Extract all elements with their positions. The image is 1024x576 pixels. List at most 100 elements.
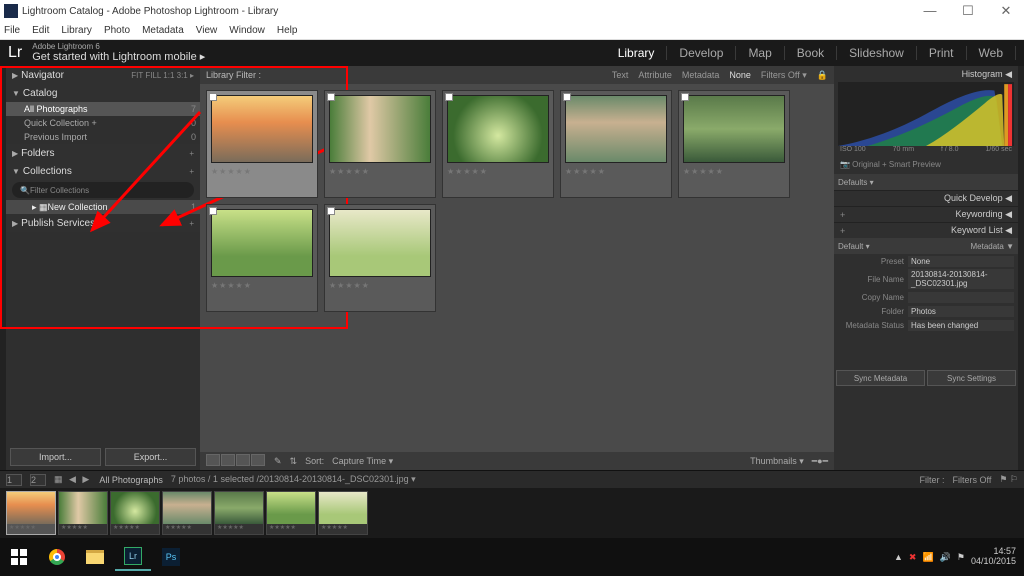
module-slideshow[interactable]: Slideshow	[837, 46, 917, 60]
catalog-quick-collection[interactable]: Quick Collection +0	[6, 116, 200, 130]
module-map[interactable]: Map	[736, 46, 784, 60]
rating-stars[interactable]: ★★★★★	[565, 167, 667, 176]
tray-flag-icon[interactable]: ⚑	[957, 552, 965, 563]
pick-flag[interactable]	[209, 93, 217, 101]
menu-help[interactable]: Help	[277, 25, 298, 36]
menu-photo[interactable]: Photo	[104, 25, 130, 36]
module-book[interactable]: Book	[785, 46, 837, 60]
taskbar-photoshop[interactable]: Ps	[153, 543, 189, 571]
module-library[interactable]: Library	[606, 46, 668, 60]
navigator-header[interactable]: ▶NavigatorFIT FILL 1:1 3:1 ▸	[6, 66, 200, 84]
folders-header[interactable]: ▶Folders+	[6, 144, 200, 162]
thumbnail-slider[interactable]: ━●━	[812, 456, 828, 467]
keyword-list-header[interactable]: +Keyword List ◀	[834, 222, 1018, 238]
rating-stars[interactable]: ★★★★★	[683, 167, 785, 176]
rating-stars[interactable]: ★★★★★	[447, 167, 549, 176]
rating-stars[interactable]: ★★★★★	[329, 281, 431, 290]
filmstrip-thumb[interactable]: ★★★★★	[162, 491, 212, 535]
taskbar-lightroom[interactable]: Lr	[115, 543, 151, 571]
identity-line2[interactable]: Get started with Lightroom mobile ▸	[32, 51, 605, 63]
import-button[interactable]: Import...	[10, 448, 101, 466]
filters-off-toggle[interactable]: Filters Off ▾	[761, 70, 807, 81]
pick-flag[interactable]	[681, 93, 689, 101]
menu-window[interactable]: Window	[229, 25, 265, 36]
screen-1-button[interactable]: 1	[6, 474, 22, 486]
sync-metadata-button[interactable]: Sync Metadata	[836, 370, 925, 386]
grid-cell[interactable]: ★★★★★	[206, 90, 318, 198]
filter-flags[interactable]: ⚑ ⚐	[999, 474, 1018, 485]
filter-collections-input[interactable]: 🔍 Filter Collections	[12, 182, 194, 198]
grid-cell[interactable]: ★★★★★	[678, 90, 790, 198]
menu-view[interactable]: View	[196, 25, 218, 36]
grid-cell[interactable]: ★★★★★	[442, 90, 554, 198]
defaults-dropdown[interactable]: Defaults ▾	[834, 174, 1018, 190]
thumbnails-size[interactable]: Thumbnails ▾	[750, 456, 804, 467]
rating-stars[interactable]: ★★★★★	[211, 281, 313, 290]
metadata-preset-value[interactable]: None	[908, 256, 1014, 267]
view-mode-icons[interactable]	[206, 454, 266, 468]
menu-metadata[interactable]: Metadata	[142, 25, 184, 36]
sort-direction-icon[interactable]: ⇅	[290, 456, 298, 467]
pick-flag[interactable]	[209, 207, 217, 215]
tray-icon[interactable]: ✖	[909, 552, 917, 563]
painter-icon[interactable]: ✎	[274, 456, 282, 467]
catalog-previous-import[interactable]: Previous Import0	[6, 130, 200, 144]
module-print[interactable]: Print	[917, 46, 967, 60]
grid-cell[interactable]: ★★★★★	[324, 204, 436, 312]
tray-icon[interactable]: ▲	[894, 552, 903, 562]
filter-tab-metadata[interactable]: Metadata	[682, 70, 720, 80]
metadata-mode-dropdown[interactable]: Default ▾Metadata ▼	[834, 238, 1018, 254]
menu-file[interactable]: File	[4, 25, 20, 36]
pick-flag[interactable]	[563, 93, 571, 101]
taskbar-explorer[interactable]	[77, 543, 113, 571]
grid-cell[interactable]: ★★★★★	[324, 90, 436, 198]
filmstrip-filter-value[interactable]: Filters Off	[953, 475, 992, 485]
tray-network-icon[interactable]: 📶	[922, 552, 933, 563]
rating-stars[interactable]: ★★★★★	[329, 167, 431, 176]
start-button[interactable]	[1, 543, 37, 571]
tray-clock[interactable]: 14:5704/10/2015	[971, 547, 1016, 567]
metadata-folder-value[interactable]: Photos	[908, 306, 1014, 317]
menu-library[interactable]: Library	[61, 25, 92, 36]
export-button[interactable]: Export...	[105, 448, 196, 466]
system-tray[interactable]: ▲ ✖ 📶 🔊 ⚑ 14:5704/10/2015	[894, 547, 1024, 567]
metadata-copyname-value[interactable]	[908, 292, 1014, 303]
minimize-button[interactable]: —	[916, 3, 944, 19]
pick-flag[interactable]	[327, 93, 335, 101]
quick-develop-header[interactable]: Quick Develop ◀	[834, 190, 1018, 206]
pick-flag[interactable]	[327, 207, 335, 215]
catalog-header[interactable]: ▼Catalog	[6, 84, 200, 102]
module-develop[interactable]: Develop	[667, 46, 736, 60]
filmstrip-thumb[interactable]: ★★★★★	[318, 491, 368, 535]
lock-icon[interactable]: 🔒	[817, 70, 828, 81]
screen-2-button[interactable]: 2	[30, 474, 46, 486]
metadata-filename-value[interactable]: 20130814-20130814-_DSC02301.jpg	[908, 269, 1014, 289]
grid-cell[interactable]: ★★★★★	[560, 90, 672, 198]
collections-header[interactable]: ▼Collections+	[6, 162, 200, 180]
keywording-header[interactable]: +Keywording ◀	[834, 206, 1018, 222]
maximize-button[interactable]: ☐	[954, 3, 982, 19]
taskbar-chrome[interactable]	[39, 543, 75, 571]
collection-new-collection[interactable]: ▸ ▦ New Collection1	[6, 200, 200, 214]
sync-settings-button[interactable]: Sync Settings	[927, 370, 1016, 386]
menu-edit[interactable]: Edit	[32, 25, 49, 36]
pick-flag[interactable]	[445, 93, 453, 101]
histogram-header[interactable]: Histogram ◀	[834, 66, 1018, 82]
nav-controls[interactable]: ▦ ◀ ▶	[54, 474, 91, 485]
catalog-all-photographs[interactable]: All Photographs7	[6, 102, 200, 116]
filmstrip-thumb[interactable]: ★★★★★	[6, 491, 56, 535]
close-button[interactable]: ✕	[992, 3, 1020, 19]
filmstrip-thumb[interactable]: ★★★★★	[266, 491, 316, 535]
filmstrip-thumb[interactable]: ★★★★★	[58, 491, 108, 535]
filter-tab-attribute[interactable]: Attribute	[638, 70, 672, 80]
filmstrip-thumb[interactable]: ★★★★★	[110, 491, 160, 535]
filter-tab-text[interactable]: Text	[612, 70, 629, 80]
breadcrumb[interactable]: All Photographs	[99, 475, 163, 485]
rating-stars[interactable]: ★★★★★	[211, 167, 313, 176]
sort-dropdown[interactable]: Capture Time ▾	[332, 456, 393, 467]
tray-volume-icon[interactable]: 🔊	[940, 552, 951, 563]
filter-tab-none[interactable]: None	[729, 70, 751, 80]
module-web[interactable]: Web	[967, 46, 1016, 60]
grid-cell[interactable]: ★★★★★	[206, 204, 318, 312]
publish-services-header[interactable]: ▶Publish Services+	[6, 214, 200, 232]
